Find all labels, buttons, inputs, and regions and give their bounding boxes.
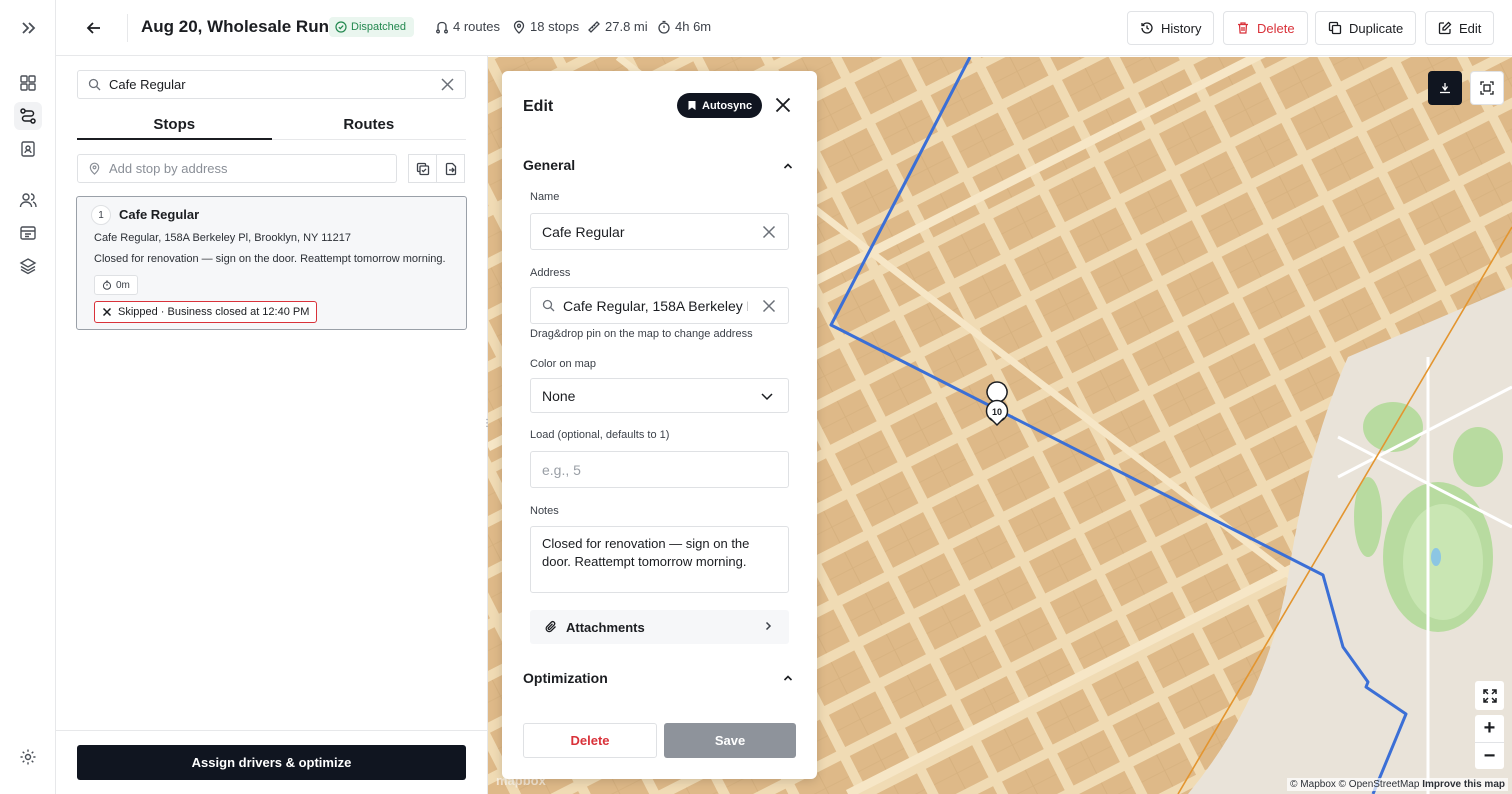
chevron-right-icon xyxy=(765,621,772,631)
copy-check-icon xyxy=(416,162,429,175)
zoom-in-icon[interactable]: + xyxy=(1484,715,1496,742)
import-file-icon xyxy=(445,162,456,175)
copy-icon xyxy=(1328,21,1342,35)
status-badge: Dispatched xyxy=(329,17,415,37)
status-badge-label: Dispatched xyxy=(351,21,407,33)
delete-route-button[interactable]: Delete xyxy=(1223,11,1308,45)
stop-card[interactable]: 1 Cafe Regular Cafe Regular, 158A Berkel… xyxy=(76,196,467,330)
paperclip-icon xyxy=(545,620,556,633)
stat-duration: 4h 6m xyxy=(657,19,711,34)
improve-map-link[interactable]: Improve this map xyxy=(1422,779,1505,790)
name-field[interactable]: Cafe Regular xyxy=(530,213,789,250)
x-icon xyxy=(102,307,112,317)
stop-duration-chip: 0m xyxy=(94,275,138,295)
delete-stop-button[interactable]: Delete xyxy=(523,723,657,758)
stopwatch-icon xyxy=(102,280,112,290)
chevron-up-icon[interactable] xyxy=(782,672,794,684)
stops-panel: Cafe Regular Stops Routes Add stop by ad… xyxy=(56,56,488,794)
stat-routes: 4 routes xyxy=(435,19,500,34)
color-select[interactable]: None xyxy=(530,378,789,413)
load-input[interactable]: e.g., 5 xyxy=(530,451,789,488)
route-fork-icon xyxy=(436,21,448,33)
edit-stop-panel: Edit Autosync General Name Cafe Regular … xyxy=(502,71,817,779)
edit-route-button[interactable]: Edit xyxy=(1425,11,1495,45)
tab-routes[interactable]: Routes xyxy=(272,113,467,139)
reports-icon[interactable] xyxy=(14,219,42,247)
import-stops-button[interactable] xyxy=(436,154,465,183)
add-stop-placeholder: Add stop by address xyxy=(109,161,228,176)
optimization-section-header[interactable]: Optimization xyxy=(523,670,608,686)
pin-icon xyxy=(89,162,100,175)
header-divider xyxy=(127,14,128,42)
page-title: Aug 20, Wholesale Run xyxy=(141,17,329,36)
save-button[interactable]: Save xyxy=(664,723,796,758)
check-circle-icon xyxy=(335,21,347,33)
stat-distance: 27.8 mi xyxy=(587,19,648,34)
load-label: Load (optional, defaults to 1) xyxy=(530,429,670,441)
history-button[interactable]: History xyxy=(1127,11,1215,45)
sidebar-rail xyxy=(0,0,56,794)
color-label: Color on map xyxy=(530,358,597,370)
skipped-status-badge: Skipped · Business closed at 12:40 PM xyxy=(94,301,318,323)
team-icon[interactable] xyxy=(14,186,42,214)
notes-label: Notes xyxy=(530,505,559,517)
stop-address: Cafe Regular, 158A Berkeley Pl, Brooklyn… xyxy=(94,232,352,244)
attachments-row[interactable]: Attachments xyxy=(530,610,789,644)
zoom-out-icon[interactable]: − xyxy=(1475,742,1504,769)
clear-name-icon[interactable] xyxy=(762,225,776,239)
pin-icon xyxy=(513,20,525,34)
top-header: Aug 20, Wholesale Run Dispatched 4 route… xyxy=(56,0,1512,56)
name-label: Name xyxy=(530,191,560,203)
scan-frame-icon xyxy=(1480,81,1494,95)
chevron-up-icon[interactable] xyxy=(782,160,794,172)
stop-number: 1 xyxy=(91,205,111,225)
autosync-toggle[interactable]: Autosync xyxy=(677,93,763,118)
marker-label: 10 xyxy=(992,407,1002,417)
general-section-header[interactable]: General xyxy=(523,157,575,173)
search-input[interactable]: Cafe Regular xyxy=(77,70,466,99)
search-value: Cafe Regular xyxy=(109,77,186,92)
settings-icon[interactable] xyxy=(14,743,42,771)
history-icon xyxy=(1141,22,1153,34)
copy-stops-button[interactable] xyxy=(408,154,437,183)
assign-optimize-button[interactable]: Assign drivers & optimize xyxy=(77,745,466,780)
clear-address-icon[interactable] xyxy=(762,299,776,313)
fit-route-button[interactable] xyxy=(1428,71,1462,105)
zoom-controls: + − xyxy=(1475,715,1504,769)
bookmark-icon xyxy=(688,101,696,110)
search-icon xyxy=(542,299,555,312)
duplicate-button[interactable]: Duplicate xyxy=(1315,11,1417,45)
target-hand-icon xyxy=(1440,83,1450,94)
expand-sidebar-icon[interactable] xyxy=(14,14,42,42)
stop-name: Cafe Regular xyxy=(119,207,200,222)
edit-title: Edit xyxy=(523,98,554,115)
add-stop-input[interactable]: Add stop by address xyxy=(77,154,397,183)
trash-icon xyxy=(1238,22,1248,34)
chevron-down-icon xyxy=(761,393,773,401)
tab-stops[interactable]: Stops xyxy=(77,113,272,140)
address-label: Address xyxy=(530,267,571,279)
address-hint: Drag&drop pin on the map to change addre… xyxy=(530,328,753,340)
stop-note: Closed for renovation — sign on the door… xyxy=(94,253,446,265)
panel-tabs: Stops Routes xyxy=(77,113,466,140)
close-icon[interactable] xyxy=(773,95,793,115)
panel-footer: Assign drivers & optimize xyxy=(56,730,487,794)
ruler-icon xyxy=(588,20,600,33)
fullscreen-icon[interactable] xyxy=(1475,681,1504,710)
map-attribution: © Mapbox © OpenStreetMap Improve this ma… xyxy=(1287,778,1508,791)
search-icon xyxy=(88,78,101,91)
address-field[interactable]: Cafe Regular, 158A Berkeley Pl, Brooklyn… xyxy=(530,287,789,324)
back-arrow-icon[interactable] xyxy=(80,14,108,42)
focus-view-button[interactable] xyxy=(1470,71,1504,105)
notes-textarea[interactable]: Closed for renovation — sign on the door… xyxy=(530,526,789,593)
clear-search-icon[interactable] xyxy=(440,77,455,92)
contacts-icon[interactable] xyxy=(14,135,42,163)
layers-icon[interactable] xyxy=(14,252,42,280)
stop-marker-10[interactable]: 10 xyxy=(985,381,1009,427)
pencil-square-icon xyxy=(1438,21,1452,35)
dashboard-icon[interactable] xyxy=(14,69,42,97)
stopwatch-icon xyxy=(658,20,670,34)
stat-stops: 18 stops xyxy=(512,19,579,34)
routes-icon[interactable] xyxy=(14,102,42,130)
